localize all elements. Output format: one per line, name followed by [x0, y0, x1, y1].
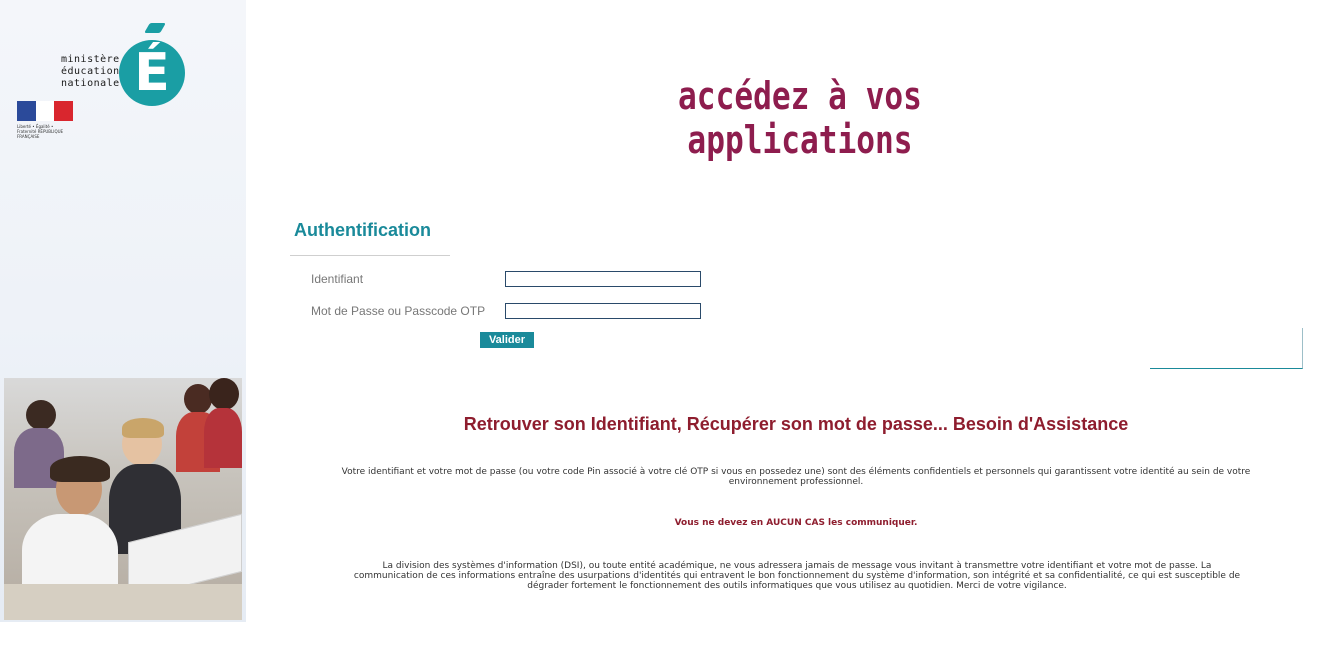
french-flag-icon — [17, 101, 74, 121]
confidentiality-paragraph: Votre identifiant et votre mot de passe … — [341, 467, 1251, 487]
valider-button[interactable]: Valider — [480, 332, 534, 348]
sidebar-panel: ministère éducation nationale É Liberté … — [0, 0, 246, 622]
page-title: accédez à vos applications — [678, 74, 922, 162]
password-label: Mot de Passe ou Passcode OTP — [311, 304, 486, 318]
logo-e-icon: É — [119, 40, 185, 106]
classroom-photo — [4, 378, 242, 620]
ministry-logo: ministère éducation nationale É — [55, 20, 195, 160]
password-input[interactable] — [505, 303, 701, 319]
warning-text: Vous ne devez en AUCUN CAS les communiqu… — [674, 518, 918, 528]
security-paragraph: La division des systèmes d'information (… — [353, 561, 1241, 591]
republic-text: Liberté • Égalité • Fraternité RÉPUBLIQU… — [17, 124, 64, 139]
auth-divider — [290, 255, 450, 256]
republique-francaise-logo: Liberté • Égalité • Fraternité RÉPUBLIQU… — [17, 101, 74, 139]
auth-frame-border — [1150, 328, 1303, 369]
help-heading: Retrouver son Identifiant, Récupérer son… — [463, 414, 1129, 434]
identifiant-label: Identifiant — [311, 272, 364, 286]
identifiant-input[interactable] — [505, 271, 701, 287]
logo-accent-icon — [144, 23, 166, 33]
auth-heading: Authentification — [294, 220, 431, 240]
